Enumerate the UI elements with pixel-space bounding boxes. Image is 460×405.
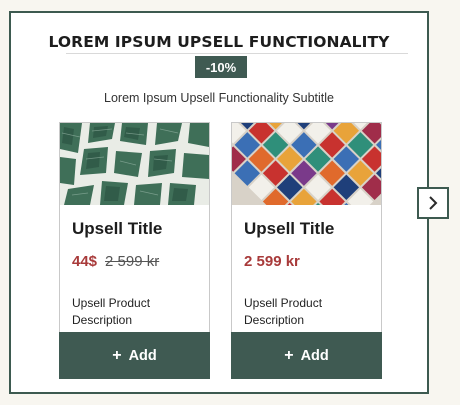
discount-badge: -10%: [195, 56, 247, 78]
add-button-label: Add: [128, 347, 157, 364]
product-description: Upsell Product Description: [72, 296, 151, 327]
chevron-right-icon: [429, 196, 438, 210]
plus-icon: +: [112, 346, 122, 364]
plus-icon: +: [284, 346, 294, 364]
sale-price: 2 599 kr: [244, 253, 300, 270]
add-button-label: Add: [300, 347, 329, 364]
title-divider: [66, 53, 408, 54]
upsell-title: LOREM IPSUM UPSELL FUNCTIONALITY: [48, 33, 390, 51]
upsell-panel: LOREM IPSUM UPSELL FUNCTIONALITY -10% Lo…: [9, 11, 429, 394]
product-title[interactable]: Upsell Title: [72, 219, 162, 239]
sale-price: 44$: [72, 253, 98, 270]
upsell-subtitle: Lorem Ipsum Upsell Functionality Subtitl…: [104, 91, 334, 105]
product-title[interactable]: Upsell Title: [244, 219, 334, 239]
price-row: 2 599 kr: [244, 253, 300, 270]
product-card[interactable]: Upsell Title 2 599 kr Upsell Product Des…: [231, 122, 382, 379]
add-button[interactable]: + Add: [231, 332, 382, 379]
green-marble-tiles-image: [60, 123, 209, 205]
add-button[interactable]: + Add: [59, 332, 210, 379]
next-button[interactable]: [417, 187, 449, 219]
original-price: 2 599 kr: [105, 253, 160, 270]
product-image[interactable]: [232, 123, 381, 205]
product-card[interactable]: Upsell Title 44$ 2 599 kr Upsell Product…: [59, 122, 210, 379]
colorful-mosaic-tiles-image: [232, 123, 381, 205]
price-row: 44$ 2 599 kr: [72, 253, 159, 270]
product-image[interactable]: [60, 123, 209, 205]
product-description: Upsell Product Description: [244, 296, 323, 327]
